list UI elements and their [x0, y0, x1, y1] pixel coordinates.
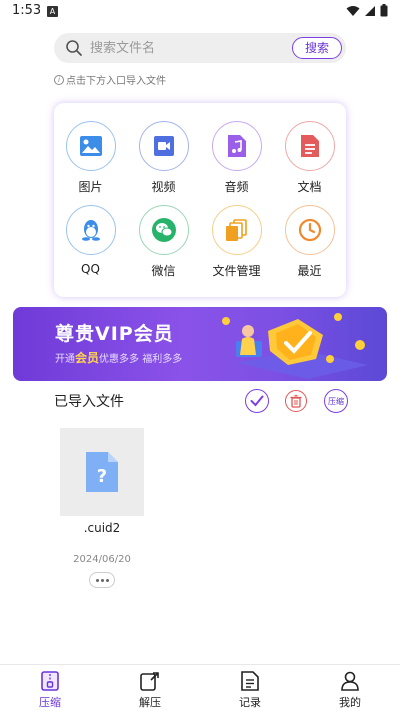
select-all-button[interactable] — [245, 389, 269, 413]
document-icon — [284, 121, 335, 171]
trash-icon — [290, 394, 302, 408]
more-dot-icon — [105, 578, 109, 582]
video-icon — [138, 121, 189, 171]
banner-sub-suffix: 优惠多多 福利多多 — [99, 354, 183, 365]
compress-button[interactable]: 压缩 — [324, 389, 348, 413]
notification-icon: A — [47, 6, 58, 17]
bottom-nav: 压缩 解压 记录 我的 — [0, 664, 400, 711]
category-image[interactable]: 图片 — [54, 121, 127, 195]
unknown-file-icon: ? — [86, 452, 118, 492]
nav-profile[interactable]: 我的 — [300, 665, 400, 711]
more-dot-icon — [100, 578, 104, 582]
nav-compress[interactable]: 压缩 — [0, 665, 100, 711]
category-wechat[interactable]: 微信 — [127, 205, 200, 279]
import-category-card: 图片 视频 音频 文档 QQ 微信 文件管理 最近 — [54, 103, 346, 297]
category-video[interactable]: 视频 — [127, 121, 200, 195]
file-thumbnail[interactable]: ? — [60, 428, 144, 516]
nav-label: 解压 — [139, 696, 161, 709]
qq-icon — [65, 205, 116, 255]
category-label: 最近 — [297, 264, 322, 278]
file-name: .cuid2 — [83, 521, 121, 535]
clock-icon — [284, 205, 335, 255]
import-hint: i 点击下方入口导入文件 — [54, 72, 166, 87]
image-icon — [65, 121, 116, 171]
unknown-file-glyph: ? — [97, 466, 107, 487]
imported-files-title: 已导入文件 — [54, 394, 124, 410]
extract-icon — [100, 670, 200, 692]
vip-banner[interactable]: 尊贵VIP会员 开通会员优惠多多 福利多多 — [13, 307, 387, 381]
battery-icon — [380, 4, 388, 17]
search-icon — [66, 40, 82, 56]
file-date: 2024/06/20 — [73, 554, 131, 565]
banner-sub-highlight: 会员 — [75, 351, 100, 365]
search-bar: 搜索 — [54, 33, 346, 63]
category-label: 图片 — [78, 180, 103, 194]
folder-icon — [211, 205, 262, 255]
wifi-icon — [346, 5, 360, 16]
category-label: 文件管理 — [212, 264, 261, 278]
vip-illustration — [222, 313, 368, 379]
nav-extract[interactable]: 解压 — [100, 665, 200, 711]
category-document[interactable]: 文档 — [273, 121, 346, 195]
category-file-manager[interactable]: 文件管理 — [200, 205, 273, 279]
category-label: 微信 — [151, 264, 176, 278]
category-label: QQ — [81, 262, 100, 276]
info-icon: i — [54, 74, 64, 85]
category-label: 音频 — [224, 180, 249, 194]
banner-sub-prefix: 开通 — [55, 354, 75, 365]
status-icons — [346, 4, 388, 17]
category-label: 视频 — [151, 180, 176, 194]
category-recent[interactable]: 最近 — [273, 205, 346, 279]
wechat-icon — [138, 205, 189, 255]
category-audio[interactable]: 音频 — [200, 121, 273, 195]
profile-icon — [300, 670, 400, 692]
category-qq[interactable]: QQ — [54, 205, 127, 276]
nav-label: 记录 — [239, 696, 261, 709]
status-time: 1:53 — [12, 3, 42, 18]
record-icon — [200, 670, 300, 692]
import-hint-text: 点击下方入口导入文件 — [66, 76, 166, 87]
delete-button[interactable] — [285, 390, 307, 412]
status-bar: 1:53 A — [0, 0, 400, 24]
nav-record[interactable]: 记录 — [200, 665, 300, 711]
search-button[interactable]: 搜索 — [292, 37, 342, 59]
check-icon — [250, 395, 264, 407]
search-input[interactable] — [90, 38, 270, 58]
compress-icon — [0, 670, 100, 692]
banner-title: 尊贵VIP会员 — [55, 323, 174, 345]
nav-label: 压缩 — [39, 696, 61, 709]
signal-icon — [365, 5, 375, 16]
category-label: 文档 — [297, 180, 322, 194]
audio-icon — [211, 121, 262, 171]
more-options-button[interactable] — [89, 572, 115, 588]
nav-label: 我的 — [339, 696, 361, 709]
more-dot-icon — [95, 578, 99, 582]
banner-subtitle: 开通会员优惠多多 福利多多 — [55, 349, 182, 366]
